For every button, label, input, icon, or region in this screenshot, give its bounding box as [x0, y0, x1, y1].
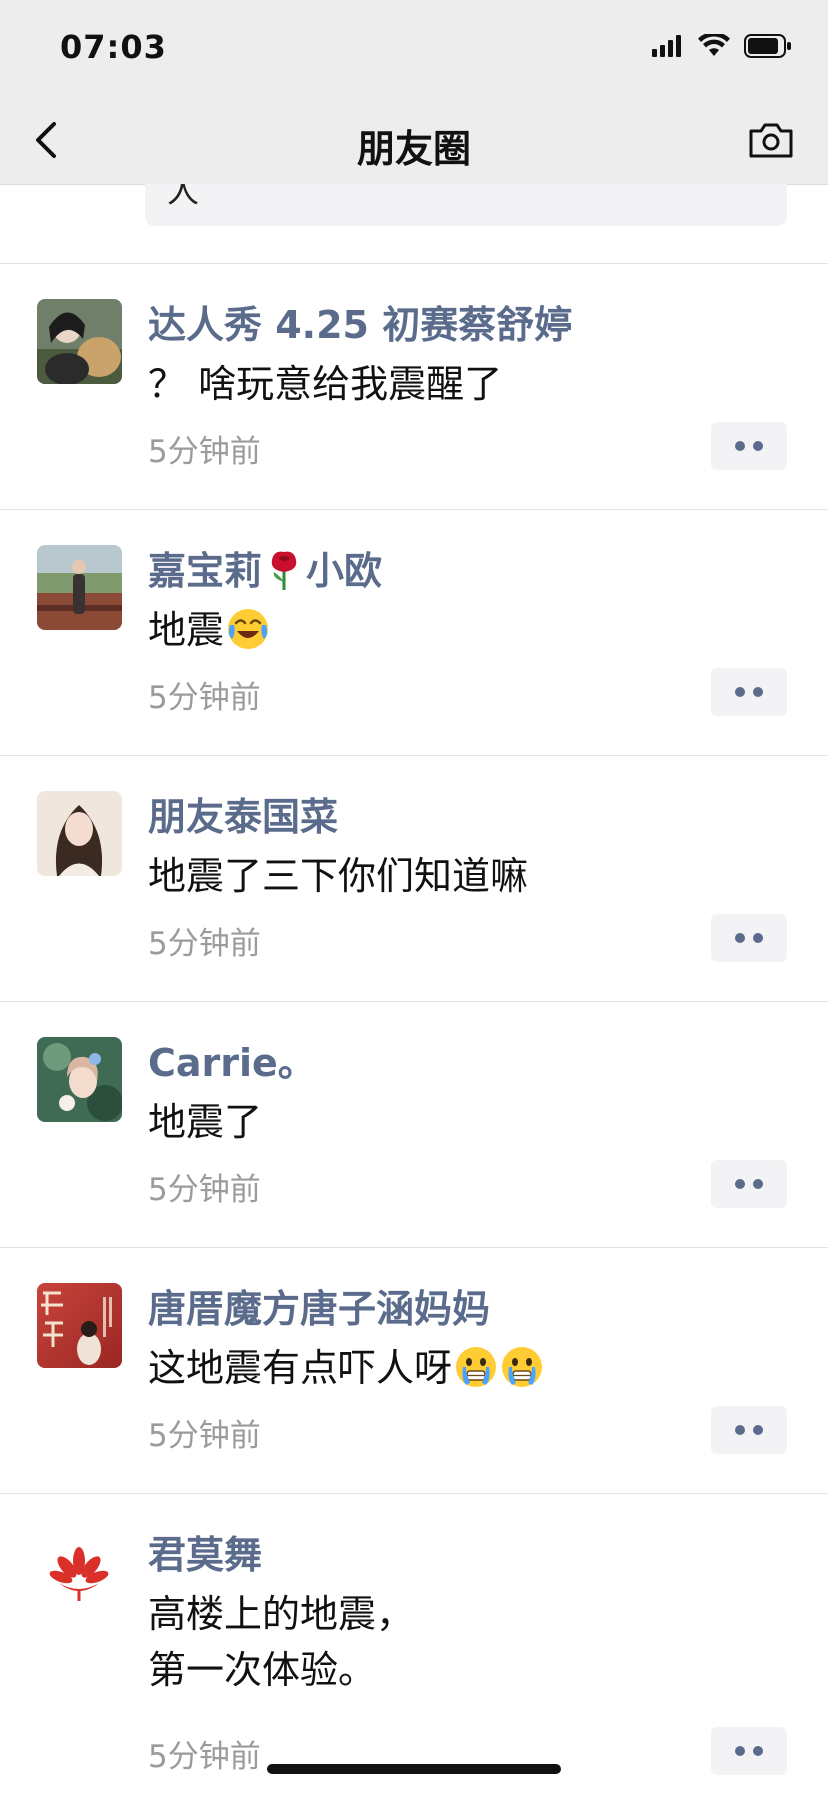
author-name-part: 嘉宝莉 — [148, 549, 263, 593]
comment-author[interactable]: 君莫舞 — [148, 1524, 262, 1579]
comment-author[interactable]: Carrie。 — [148, 1032, 316, 1087]
comment-time: 5分钟前 — [148, 1418, 261, 1454]
avatar[interactable] — [37, 791, 122, 876]
comment-item: 唐厝魔方唐子涵妈妈 这地震有点吓人呀 5分钟前 — [0, 1248, 828, 1494]
avatar[interactable] — [37, 1037, 122, 1122]
comment-author[interactable]: 朋友泰国菜 — [148, 786, 338, 841]
navigation-bar: 朋友圈 — [0, 98, 828, 185]
avatar[interactable] — [37, 1529, 122, 1614]
status-bar: 07:03 — [0, 0, 828, 98]
dot-icon — [753, 441, 763, 451]
camera-icon[interactable] — [748, 120, 794, 160]
fearful-crying-emoji-icon — [456, 1347, 497, 1387]
comment-text: 地震了 — [148, 1100, 263, 1144]
previous-comment-fragment: 人 — [145, 184, 787, 226]
dot-icon — [753, 1179, 763, 1189]
wifi-icon — [698, 34, 730, 56]
dot-icon — [735, 441, 745, 451]
dot-icon — [753, 1425, 763, 1435]
comment-time: 5分钟前 — [148, 680, 261, 716]
page-title: 朋友圈 — [356, 127, 471, 171]
comment-item: 朋友泰国菜 地震了三下你们知道嘛 5分钟前 — [0, 756, 828, 1002]
avatar[interactable] — [37, 299, 122, 384]
fearful-crying-emoji-icon — [502, 1347, 543, 1387]
previous-comment-text: 人 — [167, 184, 200, 210]
comment-text-content: 地震 — [148, 608, 225, 652]
dot-icon — [753, 687, 763, 697]
dot-icon — [753, 933, 763, 943]
more-actions-button[interactable] — [711, 422, 787, 470]
comment-author[interactable]: 唐厝魔方唐子涵妈妈 — [148, 1278, 490, 1333]
dot-icon — [753, 1746, 763, 1756]
comment-time: 5分钟前 — [148, 1172, 261, 1208]
cellular-signal-icon — [652, 35, 681, 57]
comment-author[interactable]: 嘉宝莉 小欧 — [148, 540, 382, 595]
home-indicator[interactable] — [267, 1764, 561, 1774]
dot-icon — [735, 1746, 745, 1756]
battery-icon — [744, 34, 791, 58]
comment-time: 5分钟前 — [148, 1739, 261, 1775]
comment-item: 嘉宝莉 小欧 地震 5分钟前 — [0, 510, 828, 756]
more-actions-button[interactable] — [711, 1160, 787, 1208]
status-time: 07:03 — [60, 28, 167, 66]
rose-emoji-icon — [271, 551, 297, 590]
status-icons — [652, 34, 792, 58]
author-name-part: 小欧 — [306, 549, 383, 593]
dot-icon — [735, 933, 745, 943]
comment-list: 达人秀 4.25 初赛蔡舒婷 ？ 啥玩意给我震醒了 5分钟前 嘉宝莉 小欧 地震… — [0, 264, 828, 1814]
comment-item: Carrie。 地震了 5分钟前 — [0, 1002, 828, 1248]
comment-item: 达人秀 4.25 初赛蔡舒婷 ？ 啥玩意给我震醒了 5分钟前 — [0, 264, 828, 510]
crying-laughing-emoji-icon — [228, 609, 269, 649]
dot-icon — [735, 1425, 745, 1435]
dot-icon — [735, 687, 745, 697]
comment-text: 地震了三下你们知道嘛 — [148, 854, 529, 898]
comment-text: 地震 — [148, 602, 270, 658]
avatar[interactable] — [37, 1283, 122, 1368]
more-actions-button[interactable] — [711, 1406, 787, 1454]
avatar[interactable] — [37, 545, 122, 630]
more-actions-button[interactable] — [711, 1727, 787, 1775]
more-actions-button[interactable] — [711, 914, 787, 962]
comment-text: 这地震有点吓人呀 — [148, 1340, 544, 1396]
comment-time: 5分钟前 — [148, 434, 261, 470]
dot-icon — [735, 1179, 745, 1189]
comment-time: 5分钟前 — [148, 926, 261, 962]
comment-author[interactable]: 达人秀 4.25 初赛蔡舒婷 — [148, 294, 572, 349]
more-actions-button[interactable] — [711, 668, 787, 716]
comment-text: 高楼上的地震， 第一次体验。 — [148, 1592, 415, 1692]
comment-text-content: 这地震有点吓人呀 — [148, 1346, 453, 1390]
comment-text: ？ 啥玩意给我震醒了 — [148, 362, 503, 406]
